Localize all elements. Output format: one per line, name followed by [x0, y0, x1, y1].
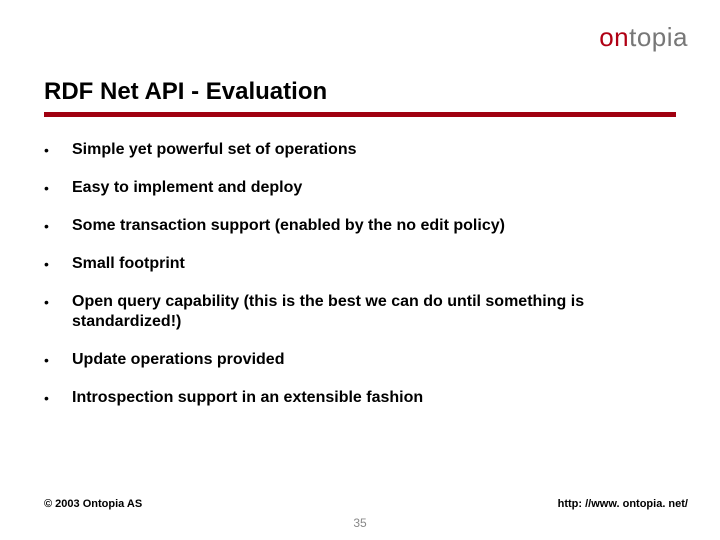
bullet-list: • Simple yet powerful set of operations … — [44, 140, 676, 426]
bullet-text: Introspection support in an extensible f… — [72, 388, 676, 408]
list-item: • Simple yet powerful set of operations — [44, 140, 676, 160]
bullet-text: Easy to implement and deploy — [72, 178, 676, 198]
footer-copyright: © 2003 Ontopia AS — [44, 498, 142, 510]
bullet-text: Simple yet powerful set of operations — [72, 140, 676, 160]
list-item: • Update operations provided — [44, 350, 676, 370]
footer-url: http: //www. ontopia. net/ — [558, 498, 688, 510]
list-item: • Some transaction support (enabled by t… — [44, 216, 676, 236]
logo-part2: topia — [629, 22, 688, 52]
page-number: 35 — [0, 516, 720, 530]
list-item: • Small footprint — [44, 254, 676, 274]
bullet-text: Update operations provided — [72, 350, 676, 370]
bullet-icon: • — [44, 216, 72, 236]
logo: ontopia — [599, 22, 688, 53]
logo-part1: on — [599, 22, 629, 52]
bullet-icon: • — [44, 388, 72, 408]
list-item: • Easy to implement and deploy — [44, 178, 676, 198]
bullet-text: Small footprint — [72, 254, 676, 274]
slide-title: RDF Net API - Evaluation — [44, 78, 327, 106]
bullet-icon: • — [44, 140, 72, 160]
slide: ontopia RDF Net API - Evaluation • Simpl… — [0, 0, 720, 540]
list-item: • Open query capability (this is the bes… — [44, 292, 676, 332]
bullet-icon: • — [44, 254, 72, 274]
bullet-text: Some transaction support (enabled by the… — [72, 216, 676, 236]
list-item: • Introspection support in an extensible… — [44, 388, 676, 408]
bullet-icon: • — [44, 178, 72, 198]
bullet-icon: • — [44, 350, 72, 370]
bullet-text: Open query capability (this is the best … — [72, 292, 676, 332]
title-rule — [44, 112, 676, 117]
bullet-icon: • — [44, 292, 72, 312]
